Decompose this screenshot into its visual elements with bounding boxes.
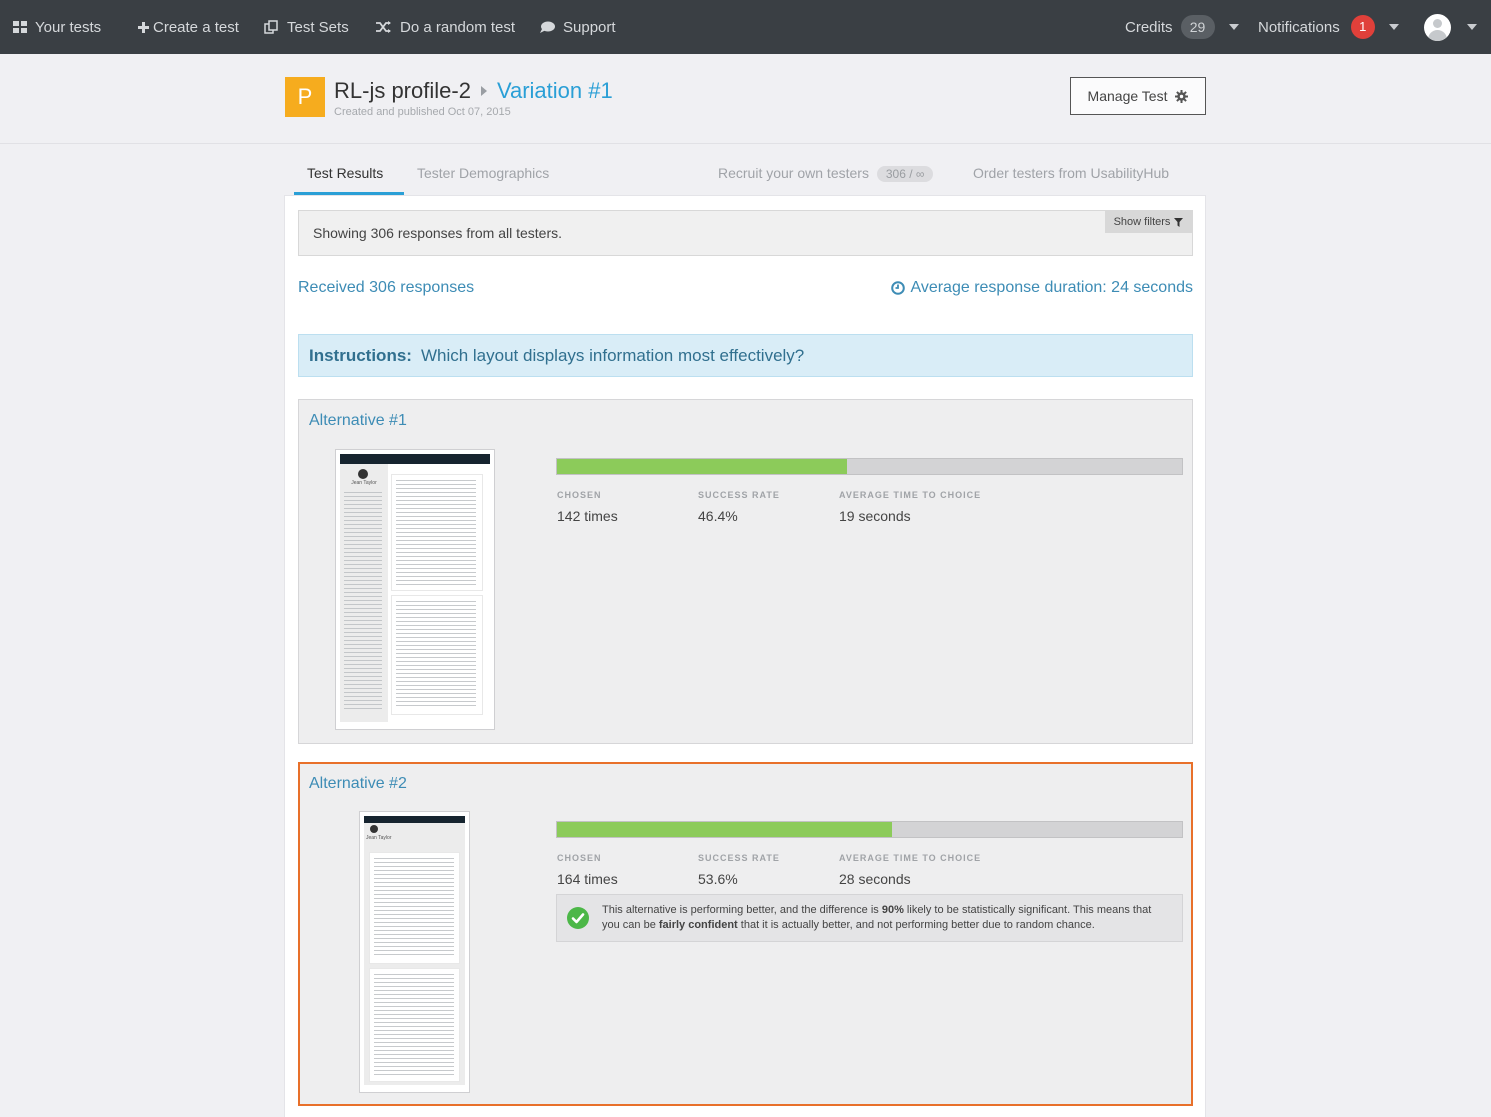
nav-random-test-label: Do a random test (400, 18, 516, 36)
stat-avg-time: AVERAGE TIME TO CHOICE 19 seconds (839, 490, 981, 524)
manage-test-button[interactable]: Manage Test (1070, 77, 1206, 115)
variation-title: Variation #1 (496, 78, 613, 103)
stat-success-label: SUCCESS RATE (698, 490, 780, 500)
received-responses: Received 306 responses (298, 279, 475, 296)
average-duration-text: Average response duration: 24 seconds (910, 279, 1193, 296)
stat-success-value: 46.4% (698, 508, 738, 524)
filter-summary: Showing 306 responses from all testers. (313, 225, 563, 241)
alternative-title: Alternative #1 (309, 412, 407, 429)
alternative-card-1: Alternative #1 Jean Taylor CHOSEN 142 ti… (298, 399, 1193, 744)
notifications-caret-icon (1388, 24, 1399, 30)
shuffle-icon (376, 21, 391, 33)
test-subtitle: Created and published Oct 07, 2015 (334, 106, 511, 118)
notice-confidence: fairly confident (658, 919, 738, 931)
alternative-thumbnail[interactable]: Jean Taylor (359, 811, 470, 1093)
credits-caret-icon (1228, 24, 1239, 30)
notifications-label: Notifications (1258, 18, 1340, 36)
filter-icon (1174, 217, 1184, 227)
significance-notice: This alternative is performing better, a… (556, 894, 1183, 942)
instructions-text: Which layout displays information most e… (420, 345, 805, 365)
check-circle-icon (567, 907, 589, 929)
thumbnail-name: Jean Taylor (366, 835, 392, 841)
success-rate-bar-fill (557, 459, 847, 474)
stat-chosen: CHOSEN 164 times (557, 853, 618, 887)
recruit-label: Recruit your own testers (718, 165, 869, 181)
success-rate-bar (556, 458, 1183, 475)
stat-chosen: CHOSEN 142 times (557, 490, 618, 524)
test-logo: P (285, 77, 325, 117)
alternative-thumbnail[interactable]: Jean Taylor (335, 449, 495, 730)
nav-credits[interactable]: Credits 29 (1125, 0, 1239, 54)
credits-label: Credits (1125, 18, 1173, 36)
tab-tester-demographics[interactable]: Tester Demographics (417, 165, 549, 181)
alternative-title: Alternative #2 (309, 775, 407, 792)
test-name[interactable]: RL-js profile-2 (334, 78, 471, 104)
nav-random-test[interactable]: Do a random test (376, 0, 515, 54)
recruit-count-pill: 306 / ∞ (876, 166, 934, 182)
notifications-count-badge: 1 (1350, 15, 1375, 39)
tab-test-results[interactable]: Test Results (307, 165, 383, 181)
grid-icon (13, 21, 27, 33)
stat-avg-time-label: AVERAGE TIME TO CHOICE (839, 853, 982, 863)
user-menu[interactable] (1424, 0, 1477, 54)
success-rate-bar-fill (557, 822, 892, 837)
show-filters-button[interactable]: Show filters (1105, 211, 1192, 233)
thumbnail-name: Jean Taylor (351, 480, 377, 486)
success-rate-bar (556, 821, 1183, 838)
gear-icon (1175, 89, 1189, 103)
notice-text-c: that it is actually better, and not perf… (737, 919, 1095, 931)
stat-avg-time-value: 19 seconds (839, 508, 911, 524)
tab-order-testers[interactable]: Order testers from UsabilityHub (973, 165, 1169, 181)
average-duration: Average response duration: 24 seconds (891, 279, 1193, 297)
instructions-label: Instructions: (309, 345, 412, 365)
stat-chosen-label: CHOSEN (557, 490, 602, 500)
instructions-box: Instructions: Which layout displays info… (298, 334, 1193, 377)
stat-chosen-value: 142 times (557, 508, 618, 524)
stat-chosen-label: CHOSEN (557, 853, 602, 863)
nav-create-test-label: Create a test (153, 18, 239, 36)
nav-support-label: Support (563, 18, 616, 36)
chat-bubble-icon (540, 21, 555, 33)
stat-avg-time-label: AVERAGE TIME TO CHOICE (839, 490, 982, 500)
notice-percent: 90% (881, 904, 904, 916)
stat-success-rate: SUCCESS RATE 46.4% (698, 490, 780, 524)
test-header: P RL-js profile-2 Variation #1 Created a… (0, 54, 1491, 144)
stat-avg-time-value: 28 seconds (839, 871, 911, 887)
plus-icon (138, 21, 149, 33)
user-menu-caret-icon (1467, 24, 1477, 30)
credits-count-badge: 29 (1180, 15, 1215, 39)
top-navbar: Your tests Create a test Test Sets Do a … (0, 0, 1491, 54)
nav-your-tests[interactable]: Your tests (13, 0, 101, 54)
tab-recruit-testers[interactable]: Recruit your own testers 306 / ∞ (718, 165, 934, 182)
nav-create-test[interactable]: Create a test (138, 0, 239, 54)
stat-success-label: SUCCESS RATE (698, 853, 780, 863)
nav-test-sets-label: Test Sets (287, 18, 349, 36)
stat-chosen-value: 164 times (557, 871, 618, 887)
clock-icon (891, 281, 906, 295)
alternative-card-2: Alternative #2 Jean Taylor CHOSEN 164 ti… (298, 762, 1193, 1106)
stat-success-rate: SUCCESS RATE 53.6% (698, 853, 780, 887)
copy-icon (264, 20, 278, 34)
test-title-block: RL-js profile-2 Variation #1 Created and… (334, 78, 613, 118)
nav-support[interactable]: Support (540, 0, 616, 54)
stat-success-value: 53.6% (698, 871, 738, 887)
nav-your-tests-label: Your tests (35, 18, 102, 36)
nav-test-sets[interactable]: Test Sets (264, 0, 349, 54)
stat-avg-time: AVERAGE TIME TO CHOICE 28 seconds (839, 853, 981, 887)
avatar-icon (1424, 13, 1451, 41)
breadcrumb-arrow-icon (480, 86, 487, 96)
nav-notifications[interactable]: Notifications 1 (1258, 0, 1399, 54)
show-filters-label: Show filters (1113, 216, 1171, 228)
manage-test-label: Manage Test (1087, 88, 1168, 104)
filter-bar: Showing 306 responses from all testers. … (298, 210, 1193, 256)
notice-text-a: This alternative is performing better, a… (602, 904, 882, 916)
